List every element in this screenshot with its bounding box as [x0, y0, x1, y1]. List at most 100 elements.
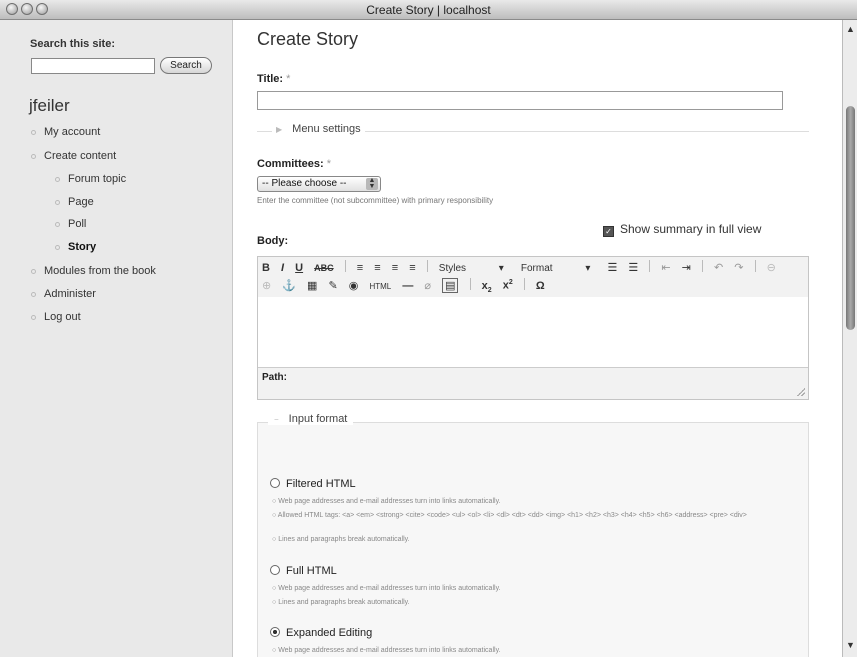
radio-filtered-html[interactable]	[270, 478, 280, 488]
toolbar-row-2: ⊕ ⚓ ▦ ✎ ◉ HTML — ⌀ ▤ x2 x2 Ω	[262, 278, 553, 296]
format-option-expanded-editing[interactable]: Expanded Editing	[270, 627, 372, 639]
committees-select[interactable]: -- Please choose -- ▲ ▼	[257, 176, 381, 192]
bullet-icon	[55, 199, 60, 205]
bullet-icon	[31, 291, 36, 297]
bullet-icon	[31, 129, 36, 135]
cleanup-icon[interactable]: ✎	[329, 279, 338, 292]
bold-icon[interactable]: B	[262, 262, 270, 274]
nav-label: Poll	[68, 218, 87, 230]
nav-forum-topic[interactable]: Forum topic	[55, 173, 126, 185]
toolbar-separator	[469, 278, 471, 290]
special-char-icon[interactable]: Ω	[536, 280, 545, 292]
radio-full-html[interactable]	[270, 565, 280, 575]
vertical-scrollbar[interactable]: ▲ ▼	[842, 20, 857, 657]
nav-story[interactable]: Story	[55, 241, 96, 253]
menu-settings-toggle[interactable]: ▶ Menu settings	[272, 123, 365, 135]
nav-poll[interactable]: Poll	[55, 218, 86, 230]
scroll-down-arrow-icon[interactable]: ▼	[846, 640, 855, 650]
help-icon[interactable]: ◉	[349, 279, 359, 292]
format-option-filtered-html[interactable]: Filtered HTML	[270, 478, 356, 490]
link-icon[interactable]: ⊕	[262, 279, 271, 292]
format-tip-text: Allowed HTML tags: <a> <em> <strong> <ci…	[277, 512, 747, 519]
nav-label: Log out	[44, 311, 81, 323]
nav-modules-from-the-book[interactable]: Modules from the book	[31, 265, 156, 277]
subscript-icon[interactable]: x2	[482, 280, 492, 294]
styles-dropdown[interactable]: Styles ▾	[439, 263, 504, 274]
user-block-title: jfeiler	[29, 96, 70, 115]
format-option-full-html[interactable]: Full HTML	[270, 565, 337, 577]
required-mark: *	[286, 73, 291, 85]
numbered-list-icon[interactable]: ☰	[628, 261, 638, 274]
italic-icon[interactable]: I	[281, 262, 284, 274]
underline-icon[interactable]: U	[295, 262, 303, 274]
format-dropdown[interactable]: Format ▾	[521, 263, 590, 274]
format-label: Format	[520, 263, 553, 274]
redo-icon[interactable]: ↷	[734, 261, 743, 274]
input-format-legend-label: Input format	[288, 413, 348, 425]
main-content: Create Story Title: * ▶ Menu settings Com…	[234, 20, 842, 657]
format-tip: ○ Allowed HTML tags: <a> <em> <strong> <…	[272, 512, 747, 519]
html-source-icon[interactable]: HTML	[369, 282, 391, 291]
image-icon[interactable]: ▦	[307, 279, 317, 292]
undo-icon[interactable]: ↶	[714, 261, 723, 274]
body-label: Body:	[257, 235, 289, 247]
committees-help: Enter the committee (not subcommittee) w…	[257, 196, 494, 205]
strikethrough-icon[interactable]: ABC	[314, 263, 334, 273]
remove-format-icon[interactable]: ⌀	[424, 279, 431, 292]
toolbar-separator	[701, 260, 703, 272]
styles-label: Styles	[438, 263, 467, 274]
format-tip-text: Lines and paragraphs break automatically…	[278, 599, 410, 606]
radio-expanded-editing[interactable]	[270, 627, 280, 637]
browser-window: Create Story | localhost Search this sit…	[0, 0, 857, 657]
required-mark: *	[326, 158, 331, 170]
align-justify-icon[interactable]: ≡	[409, 262, 415, 274]
search-input[interactable]	[31, 58, 155, 74]
unlink-icon[interactable]: ⊖	[767, 261, 776, 274]
format-tip: ○ Lines and paragraphs break automatical…	[272, 599, 410, 606]
horizontal-rule-icon[interactable]: —	[402, 280, 413, 292]
editor-text-area[interactable]	[258, 297, 808, 367]
align-center-icon[interactable]: ≡	[374, 262, 380, 274]
table-icon[interactable]: ▤	[442, 278, 459, 293]
format-option-label: Filtered HTML	[286, 478, 356, 490]
dropdown-arrow-icon: ▾	[585, 263, 591, 274]
input-format-fieldset: − Input format Filtered HTML ○ Web page a…	[257, 413, 809, 657]
show-summary-checkbox[interactable]: ✓	[603, 226, 614, 237]
nav-my-account[interactable]: My account	[31, 126, 100, 138]
bullet-icon	[31, 268, 36, 274]
scroll-up-arrow-icon[interactable]: ▲	[846, 24, 855, 34]
show-summary-option[interactable]: ✓ Show summary in full view	[603, 222, 761, 237]
bullet-list-icon[interactable]: ☰	[607, 261, 617, 274]
expand-triangle-icon: ▶	[276, 125, 283, 134]
window-title: Create Story | localhost	[366, 3, 491, 17]
committees-label-text: Committees:	[257, 158, 324, 170]
superscript-icon[interactable]: x2	[503, 279, 513, 292]
nav-log-out[interactable]: Log out	[31, 311, 81, 323]
outdent-icon[interactable]: ⇤	[661, 261, 670, 274]
scroll-thumb[interactable]	[846, 106, 855, 330]
nav-label: Administer	[44, 288, 96, 300]
nav-label: Modules from the book	[44, 265, 156, 277]
search-label: Search this site:	[30, 38, 115, 50]
toolbar-separator	[426, 260, 428, 272]
resize-handle-icon[interactable]	[795, 386, 805, 396]
select-arrows-icon: ▲ ▼	[366, 177, 378, 190]
anchor-icon[interactable]: ⚓	[282, 279, 296, 292]
committees-label: Committees: *	[257, 158, 331, 170]
format-tip-text: Web page addresses and e-mail addresses …	[278, 647, 501, 654]
nav-page[interactable]: Page	[55, 196, 94, 208]
sidebar: Search this site: Search jfeiler My acco…	[0, 20, 233, 657]
toolbar-row-1: B I U ABC ≡ ≡ ≡ ≡ Styles ▾ Format ▾ ☰ ☰ …	[262, 260, 784, 278]
input-format-legend[interactable]: − Input format	[268, 413, 354, 425]
indent-icon[interactable]: ⇥	[682, 261, 691, 274]
align-right-icon[interactable]: ≡	[392, 262, 398, 274]
title-input[interactable]	[257, 91, 783, 110]
search-button[interactable]: Search	[160, 57, 212, 74]
nav-administer[interactable]: Administer	[31, 288, 96, 300]
show-summary-label: Show summary in full view	[620, 222, 762, 236]
nav-create-content[interactable]: Create content	[31, 150, 116, 162]
title-label-text: Title:	[257, 73, 284, 85]
align-left-icon[interactable]: ≡	[357, 262, 363, 274]
rich-text-editor: B I U ABC ≡ ≡ ≡ ≡ Styles ▾ Format ▾ ☰ ☰ …	[257, 256, 809, 400]
format-option-label: Full HTML	[286, 565, 337, 577]
